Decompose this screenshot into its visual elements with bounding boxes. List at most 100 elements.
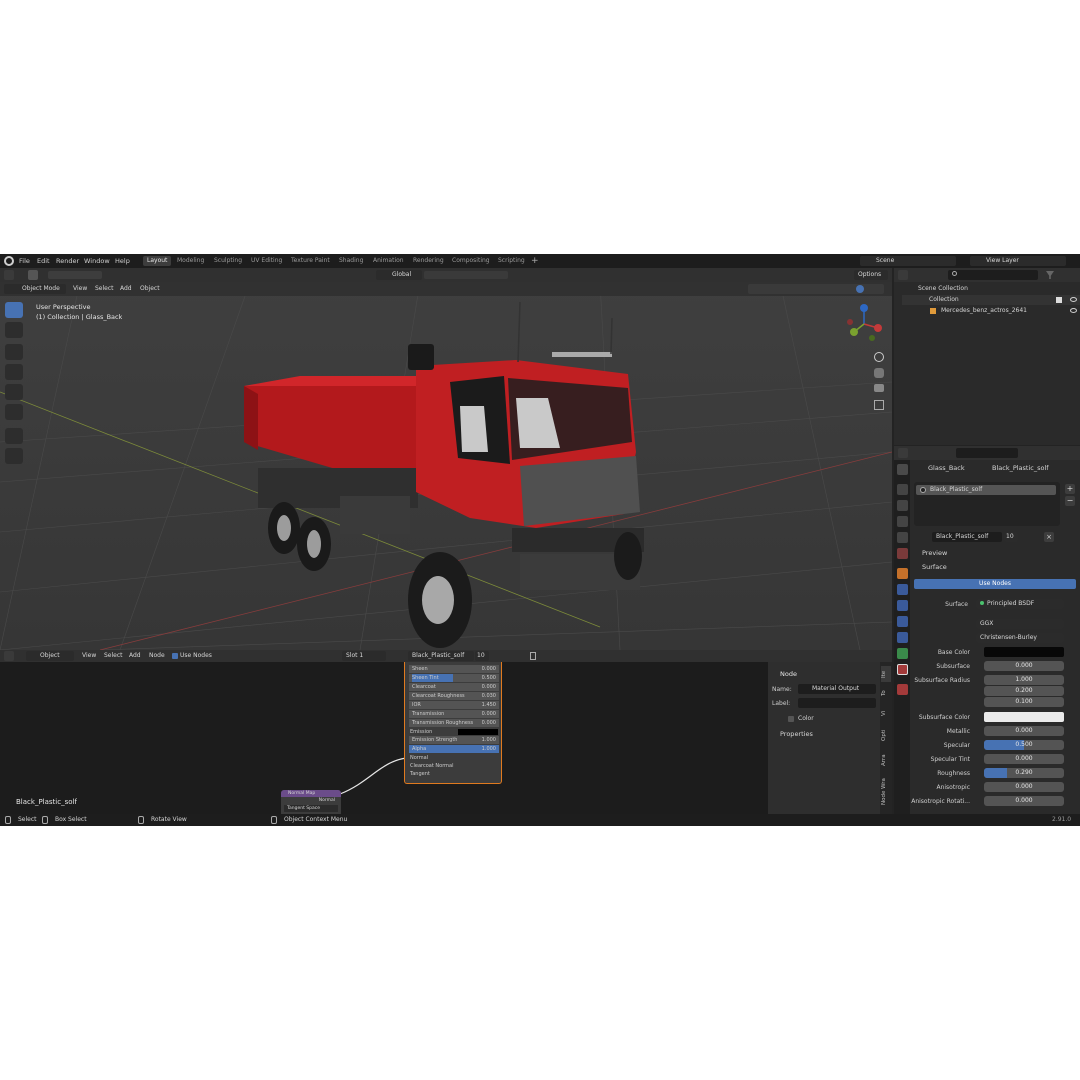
properties-subpanel-label[interactable]: Properties [780, 730, 813, 738]
node-material-selector[interactable]: Black_Plastic_solf [408, 651, 474, 661]
bsdf-row[interactable]: Clearcoat Roughness 0.030 [409, 692, 499, 700]
specular-slider[interactable]: 0.500 [984, 740, 1064, 750]
emission-color-swatch[interactable] [458, 729, 498, 735]
subsurface-radius-x[interactable]: 1.000 [984, 675, 1064, 685]
scene-collection-row[interactable]: Scene Collection [918, 285, 968, 292]
select-tool-icon[interactable] [28, 270, 38, 280]
tab-sculpting[interactable]: Sculpting [210, 256, 246, 266]
tab-arrange[interactable]: Arra [881, 750, 891, 770]
tab-tool[interactable]: To [881, 686, 891, 700]
node-material-users[interactable]: 10 [475, 651, 489, 661]
node-editor[interactable]: Sheen 0.000 Sheen Tint 0.500 Clearcoat 0.00… [0, 662, 768, 814]
distribution-select[interactable]: GGX [976, 619, 1064, 629]
add-workspace-icon[interactable]: + [531, 256, 539, 266]
material-datablock-field[interactable]: Black_Plastic_solf [932, 532, 1002, 542]
shader-type-selector[interactable]: Object [26, 651, 74, 661]
select-mode-icons[interactable] [48, 271, 102, 279]
texture-tab-icon[interactable] [897, 684, 908, 695]
node-panel-title[interactable]: Node [780, 670, 797, 678]
menu-object[interactable]: Object [140, 284, 160, 294]
tab-rendering[interactable]: Rendering [409, 256, 448, 266]
physics-tab-icon[interactable] [897, 616, 908, 627]
properties-search[interactable] [956, 448, 1018, 458]
tab-shading[interactable]: Shading [335, 256, 367, 266]
preview-panel-header[interactable]: Preview [922, 549, 947, 557]
subsurface-method-select[interactable]: Christensen-Burley [976, 633, 1064, 643]
rotate-tool-icon[interactable] [5, 364, 23, 380]
render-tab-icon[interactable] [897, 484, 908, 495]
tab-scripting[interactable]: Scripting [494, 256, 529, 266]
use-nodes-button[interactable]: Use Nodes [914, 579, 1076, 589]
output-tab-icon[interactable] [897, 500, 908, 511]
use-nodes-checkbox[interactable] [172, 653, 178, 659]
pin-icon[interactable] [530, 652, 536, 660]
menu-window[interactable]: Window [84, 256, 110, 266]
color-subpanel-label[interactable]: Color [798, 715, 814, 722]
roughness-slider[interactable]: 0.290 [984, 768, 1064, 778]
remove-slot-button[interactable]: − [1065, 496, 1075, 506]
view-layer-tab-icon[interactable] [897, 516, 908, 527]
close-icon[interactable]: × [1044, 532, 1054, 542]
material-users-count[interactable]: 10 [1004, 532, 1018, 542]
tab-texture-paint[interactable]: Texture Paint [287, 256, 334, 266]
bsdf-row[interactable]: Sheen 0.000 [409, 665, 499, 673]
menu-add[interactable]: Add [120, 284, 132, 294]
bsdf-row[interactable]: Transmission 0.000 [409, 710, 499, 718]
anisotropic-rotation-value[interactable]: 0.000 [984, 796, 1064, 806]
constraints-tab-icon[interactable] [897, 632, 908, 643]
bsdf-row[interactable]: Transmission Roughness 0.000 [409, 719, 499, 727]
tool-tab-icon[interactable] [897, 464, 908, 475]
scale-tool-icon[interactable] [5, 384, 23, 400]
add-slot-button[interactable]: + [1065, 484, 1075, 494]
tab-item[interactable]: Ite [881, 666, 891, 682]
bsdf-row[interactable]: Clearcoat 0.000 [409, 683, 499, 691]
metallic-value[interactable]: 0.000 [984, 726, 1064, 736]
tab-uv-editing[interactable]: UV Editing [247, 256, 286, 266]
specular-tint-value[interactable]: 0.000 [984, 754, 1064, 764]
alpha-row[interactable]: Alpha 1.000 [409, 745, 499, 753]
eye-icon[interactable] [1070, 297, 1077, 302]
tab-options[interactable]: Opti [881, 724, 891, 746]
collection-row[interactable]: Collection [902, 295, 1080, 305]
base-color-swatch[interactable] [984, 647, 1064, 657]
menu-file[interactable]: File [19, 256, 30, 266]
normal-map-space-select[interactable]: Tangent Space [284, 805, 338, 812]
modifier-tab-icon[interactable] [897, 584, 908, 595]
camera-icon[interactable] [874, 384, 884, 392]
material-slot-item[interactable]: Black_Plastic_solf [916, 485, 1056, 495]
emission-row[interactable]: Emission [409, 728, 499, 736]
outliner-editor-icon[interactable] [898, 270, 908, 280]
solid-shading-icon[interactable] [856, 285, 864, 293]
menu-render[interactable]: Render [56, 256, 79, 266]
grid-toggle-icon[interactable] [874, 400, 884, 410]
slot-selector[interactable]: Slot 1 [342, 651, 386, 661]
move-tool-icon[interactable] [5, 344, 23, 360]
menu-view[interactable]: View [73, 284, 87, 294]
subsurface-radius-z[interactable]: 0.100 [984, 697, 1064, 707]
view-layer-selector[interactable]: View Layer [970, 256, 1066, 266]
node-menu-view[interactable]: View [82, 651, 96, 661]
3d-viewport[interactable]: Object Mode View Select Add Object User … [0, 282, 892, 650]
material-slot-list[interactable]: Black_Plastic_solf [914, 482, 1060, 526]
node-menu-node[interactable]: Node [149, 651, 165, 661]
menu-edit[interactable]: Edit [37, 256, 50, 266]
outliner-search[interactable] [948, 270, 1038, 280]
tab-layout[interactable]: Layout [143, 256, 172, 266]
tab-animation[interactable]: Animation [369, 256, 408, 266]
properties-editor-icon[interactable] [898, 448, 908, 458]
node-menu-add[interactable]: Add [129, 651, 141, 661]
subsurface-radius-y[interactable]: 0.200 [984, 686, 1064, 696]
scene-selector[interactable]: Scene [860, 256, 956, 266]
tab-node-wrangler[interactable]: Node Wra [881, 774, 891, 810]
select-box-tool-icon[interactable] [5, 302, 23, 318]
subsurface-color-swatch[interactable] [984, 712, 1064, 722]
options-dropdown[interactable]: Options [854, 270, 888, 280]
tab-modeling[interactable]: Modeling [173, 256, 208, 266]
anisotropic-value[interactable]: 0.000 [984, 782, 1064, 792]
cursor-tool-icon[interactable] [5, 322, 23, 338]
principled-bsdf-node[interactable]: Sheen 0.000 Sheen Tint 0.500 Clearcoat 0.00… [404, 662, 502, 784]
eye-icon[interactable] [1070, 308, 1077, 313]
tab-view[interactable]: Vi [881, 706, 891, 720]
world-tab-icon[interactable] [897, 548, 908, 559]
bsdf-row[interactable]: IOR 1.450 [409, 701, 499, 709]
